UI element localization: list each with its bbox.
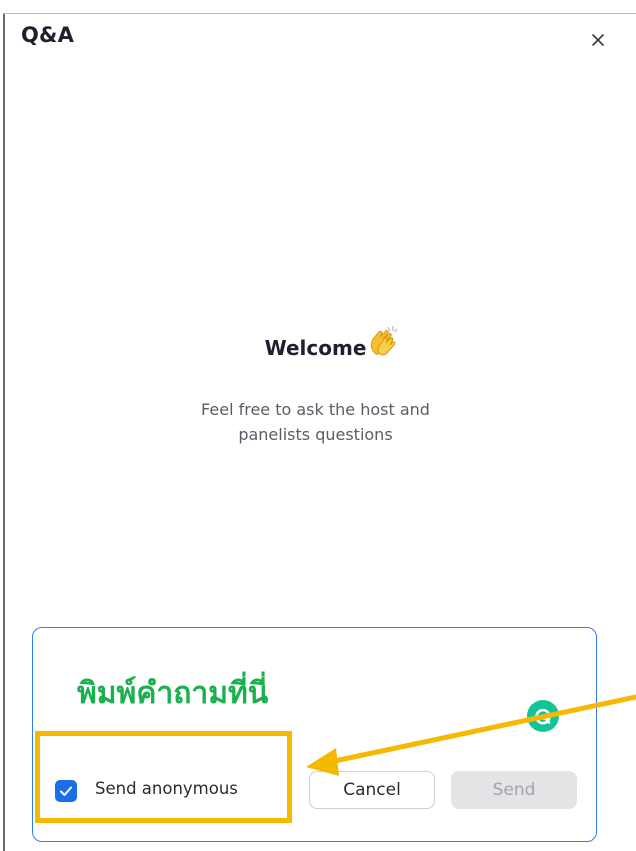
close-button[interactable] (584, 26, 612, 54)
send-button[interactable]: Send (451, 771, 577, 809)
close-icon[interactable] (591, 33, 605, 47)
annotation-type-question-here: พิมพ์คำถามที่นี่ (77, 676, 269, 711)
annotation-highlight-box (35, 731, 292, 823)
clapping-hands-icon (371, 326, 398, 356)
welcome-subtitle-line1: Feel free to ask the host and (201, 400, 430, 419)
grammarly-g-icon (535, 708, 551, 725)
grammarly-icon[interactable] (527, 700, 559, 732)
window-title: Q&A (21, 23, 75, 47)
cancel-button[interactable]: Cancel (309, 771, 435, 809)
welcome-heading: Welcome (0, 326, 631, 360)
welcome-subtitle: Feel free to ask the host and panelists … (0, 397, 631, 447)
screen: Q&A Welcome Feel free to ask the host an… (0, 0, 636, 851)
welcome-subtitle-line2: panelists questions (238, 425, 393, 444)
welcome-title-text: Welcome (264, 336, 367, 360)
welcome-title: Welcome (264, 326, 398, 360)
